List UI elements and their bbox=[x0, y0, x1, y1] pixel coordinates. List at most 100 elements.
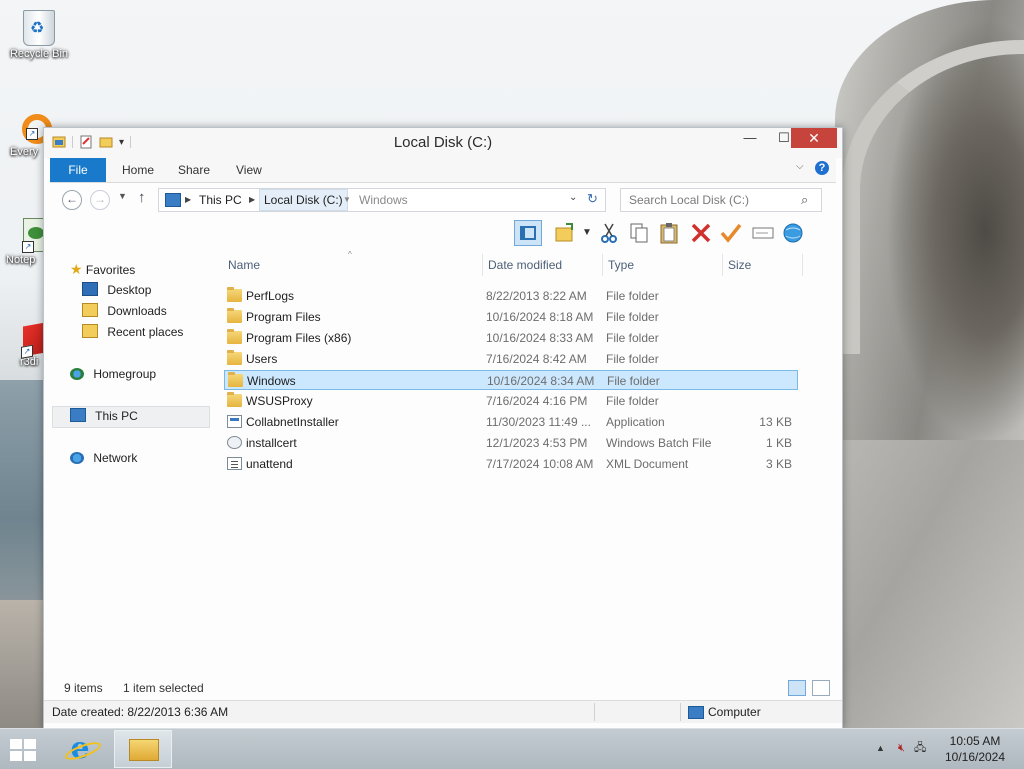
search-icon[interactable]: ⌕ bbox=[801, 192, 808, 208]
file-list[interactable]: ^ Name Date modified Type Size PerfLogs 8… bbox=[222, 250, 804, 674]
downloads-icon bbox=[82, 303, 98, 317]
file-type: Application bbox=[606, 415, 665, 429]
windows-logo-pane bbox=[24, 739, 36, 749]
wallpaper-wall-lower bbox=[835, 440, 1024, 728]
table-row[interactable]: Program Files 10/16/2024 8:18 AM File fold… bbox=[224, 307, 798, 327]
sidebar-item-network[interactable]: Network bbox=[70, 449, 137, 467]
paste-icon[interactable] bbox=[656, 220, 682, 246]
sidebar-item-recent-places[interactable]: Recent places bbox=[82, 323, 183, 341]
sidebar-item-desktop[interactable]: Desktop bbox=[82, 281, 151, 299]
app-file-icon bbox=[227, 415, 242, 428]
this-pc-icon bbox=[165, 193, 181, 207]
table-row[interactable]: Windows 10/16/2024 8:34 AM File folder bbox=[224, 370, 798, 390]
breadcrumb-separator[interactable]: ▼ bbox=[343, 189, 351, 211]
address-dropdown-icon[interactable]: ⌄ bbox=[569, 192, 577, 203]
file-size: 13 KB bbox=[759, 415, 792, 429]
desktop-icon-label: Recycle Bin bbox=[9, 48, 69, 60]
clock-date: 10/16/2024 bbox=[944, 750, 1006, 764]
volume-muted-icon[interactable]: 🔇︎ bbox=[898, 742, 905, 754]
delete-icon[interactable] bbox=[688, 220, 714, 246]
tab-share[interactable]: Share bbox=[164, 158, 224, 182]
sidebar-item-downloads[interactable]: Downloads bbox=[82, 302, 167, 320]
table-row[interactable]: Program Files (x86) 10/16/2024 8:33 AM Fil… bbox=[224, 328, 798, 348]
details-view-button[interactable] bbox=[788, 680, 806, 696]
tab-home[interactable]: Home bbox=[108, 158, 168, 182]
computer-icon bbox=[70, 408, 86, 422]
window-title: Local Disk (C:) bbox=[393, 134, 493, 151]
copy-icon[interactable] bbox=[626, 220, 652, 246]
up-button[interactable]: ↑ bbox=[138, 189, 146, 206]
close-button[interactable]: ✕ bbox=[791, 128, 837, 148]
sidebar-item-this-pc[interactable]: This PC bbox=[70, 407, 138, 425]
date-modified: 11/30/2023 11:49 ... bbox=[486, 415, 591, 429]
column-header-type[interactable]: Type bbox=[608, 254, 634, 276]
start-button[interactable] bbox=[10, 739, 38, 761]
refresh-icon[interactable]: ↻ bbox=[587, 191, 598, 207]
folder-icon bbox=[227, 350, 242, 365]
sidebar-item-label: Downloads bbox=[107, 304, 167, 318]
table-row[interactable]: CollabnetInstaller 11/30/2023 11:49 ... Ap… bbox=[224, 412, 798, 432]
table-row[interactable]: WSUSProxy 7/16/2024 4:16 PM File folder bbox=[224, 391, 798, 411]
table-row[interactable]: installcert 12/1/2023 4:53 PM Windows Batc… bbox=[224, 433, 798, 453]
column-divider[interactable] bbox=[602, 254, 603, 276]
taskbar: e ▲ 🔇︎ 🖧 10:05 AM 10/16/2024 bbox=[0, 728, 1024, 769]
divider bbox=[680, 703, 681, 721]
shortcut-arrow-icon: ↗ bbox=[26, 128, 38, 140]
folder-icon bbox=[227, 308, 242, 323]
forward-button[interactable]: → bbox=[90, 190, 110, 210]
table-row[interactable]: Users 7/16/2024 8:42 AM File folder bbox=[224, 349, 798, 369]
details-bar: Date created: 8/22/2013 6:36 AM Computer bbox=[44, 700, 842, 723]
column-header-date-modified[interactable]: Date modified bbox=[488, 254, 562, 276]
tab-view[interactable]: View bbox=[222, 158, 276, 182]
address-bar[interactable]: ▶ This PC ▶ Local Disk (C:) ▼ Windows ⌄ … bbox=[158, 188, 606, 212]
windows-logo-pane bbox=[10, 751, 22, 761]
network-globe-icon[interactable] bbox=[780, 220, 806, 246]
recent-locations-icon[interactable]: ▼ bbox=[118, 191, 127, 201]
date-modified: 10/16/2024 8:34 AM bbox=[487, 374, 595, 388]
clock[interactable]: 10:05 AM 10/16/2024 bbox=[930, 733, 1020, 765]
network-icon bbox=[70, 452, 84, 464]
network-status-icon[interactable]: 🖧 bbox=[914, 742, 926, 754]
table-row[interactable]: PerfLogs 8/22/2013 8:22 AM File folder bbox=[224, 286, 798, 306]
table-row[interactable]: unattend 7/17/2024 10:08 AM XML Document 3 … bbox=[224, 454, 798, 474]
expand-ribbon-icon[interactable]: ⌵ bbox=[796, 161, 804, 172]
breadcrumb-this-pc[interactable]: This PC bbox=[199, 189, 242, 211]
column-divider[interactable] bbox=[802, 254, 803, 276]
file-name: CollabnetInstaller bbox=[246, 415, 339, 429]
tab-file[interactable]: File bbox=[50, 158, 106, 182]
preview-pane-button[interactable] bbox=[514, 220, 542, 246]
breadcrumb-separator[interactable]: ▶ bbox=[249, 189, 255, 211]
sidebar-item-label: Network bbox=[93, 451, 138, 465]
rename-icon[interactable] bbox=[750, 220, 776, 246]
internet-explorer-icon[interactable]: e bbox=[64, 733, 96, 765]
column-header-size[interactable]: Size bbox=[728, 254, 751, 276]
file-size: 3 KB bbox=[765, 457, 792, 471]
column-divider[interactable] bbox=[482, 254, 483, 276]
breadcrumb-separator[interactable]: ▶ bbox=[185, 189, 191, 211]
back-button[interactable]: ← bbox=[62, 190, 82, 210]
breadcrumb-suggestion[interactable]: Windows bbox=[359, 189, 408, 211]
help-icon[interactable]: ? bbox=[815, 161, 829, 175]
search-box[interactable]: Search Local Disk (C:) ⌕ bbox=[620, 188, 822, 212]
ribbon-tabs: File Home Share View ⌵ ? bbox=[50, 158, 836, 183]
column-divider[interactable] bbox=[722, 254, 723, 276]
navigation-bar: ← → ▼ ↑ ▶ This PC ▶ Local Disk (C:) ▼ Wi… bbox=[50, 186, 836, 214]
column-header-name[interactable]: Name bbox=[228, 254, 260, 276]
desktop-icon-recycle-bin[interactable]: Recycle Bin bbox=[2, 6, 76, 60]
date-modified: 7/16/2024 4:16 PM bbox=[486, 394, 588, 408]
checkmark-icon[interactable] bbox=[718, 220, 744, 246]
folder-icon bbox=[228, 372, 243, 387]
search-input[interactable]: Search Local Disk (C:) bbox=[629, 193, 749, 207]
large-icons-view-button[interactable] bbox=[812, 680, 830, 696]
show-hidden-icons-icon[interactable]: ▲ bbox=[876, 743, 885, 753]
title-bar[interactable]: ▾ Local Disk (C:) — ☐ ✕ bbox=[44, 128, 842, 158]
cut-icon[interactable] bbox=[596, 220, 622, 246]
breadcrumb-local-disk[interactable]: Local Disk (C:) bbox=[259, 189, 348, 211]
selection-count: 1 item selected bbox=[123, 681, 204, 695]
file-type: File folder bbox=[606, 331, 659, 345]
sidebar-item-homegroup[interactable]: Homegroup bbox=[70, 365, 156, 383]
explorer-window[interactable]: ▾ Local Disk (C:) — ☐ ✕ File Home Share … bbox=[43, 127, 843, 729]
sidebar-item-favorites[interactable]: ★ Favorites bbox=[70, 260, 135, 278]
file-name: installcert bbox=[246, 436, 297, 450]
taskbar-file-explorer-button[interactable] bbox=[114, 730, 172, 768]
